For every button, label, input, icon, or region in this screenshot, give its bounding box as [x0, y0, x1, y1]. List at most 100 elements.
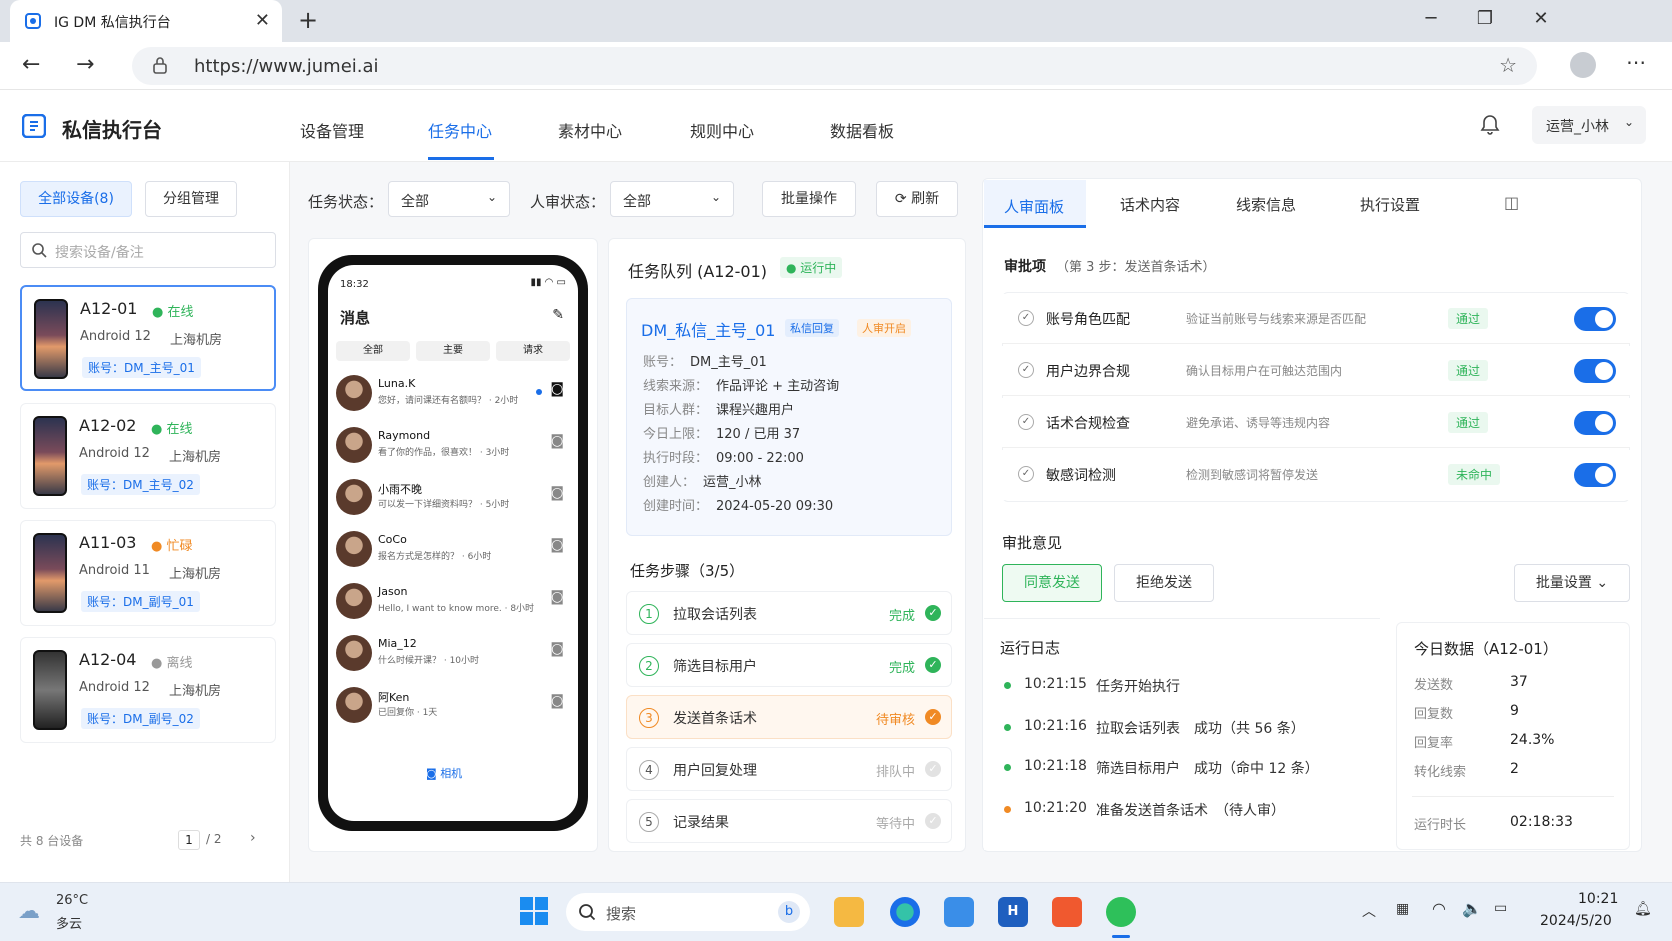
device-search-input[interactable]: 搜索设备/备注 [20, 232, 276, 268]
phone-tab-all[interactable]: 全部 [336, 341, 410, 361]
edge-browser-icon[interactable] [890, 897, 920, 927]
phone-camera-label: 相机 [440, 767, 463, 780]
bell-icon[interactable] [1480, 114, 1500, 136]
minimize-icon[interactable]: ─ [1416, 8, 1446, 29]
batch-operation-button[interactable]: 批量操作 [762, 181, 856, 217]
task-step[interactable]: 5 记录结果 等待中 ✓ [626, 799, 952, 843]
task-status-select[interactable]: 全部 ⌄ [388, 181, 510, 217]
device-card[interactable]: A12-04 ● 离线 Android 12 上海机房 账号：DM_副号_02 [20, 637, 276, 743]
file-explorer-icon[interactable] [834, 897, 864, 927]
approval-toggle[interactable] [1574, 359, 1616, 383]
device-card[interactable]: A12-02 ● 在线 Android 12 上海机房 账号：DM_主号_02 [20, 403, 276, 509]
tab-close-icon[interactable]: ✕ [255, 10, 270, 31]
task-step[interactable]: 1 拉取会话列表 完成 ✓ [626, 591, 952, 635]
bing-icon[interactable]: b [778, 901, 800, 923]
panel-layout-icon[interactable]: ◫ [1504, 193, 1519, 212]
camera-icon[interactable]: ◙ [550, 381, 564, 397]
approval-item-desc: 检测到敏感词将暂停发送 [1186, 468, 1319, 482]
camera-icon[interactable]: ◙ [550, 589, 564, 605]
browser-menu-icon[interactable]: ⋯ [1626, 50, 1646, 74]
maximize-icon[interactable]: ❐ [1470, 8, 1500, 29]
step-number: 5 [639, 812, 659, 832]
app-h-icon[interactable]: H [998, 897, 1028, 927]
camera-icon[interactable]: ◙ [550, 485, 564, 501]
phone-tab-requests[interactable]: 请求 [496, 341, 570, 361]
app-red-icon[interactable] [1052, 897, 1082, 927]
batch-settings-button[interactable]: 批量设置 ⌄ [1514, 564, 1630, 602]
tab-execution-settings[interactable]: 执行设置 [1360, 194, 1420, 215]
notification-icon[interactable]: 🔔︎ [1634, 901, 1652, 917]
tab-lead-info[interactable]: 线索信息 [1236, 194, 1296, 215]
forward-icon[interactable]: → [76, 52, 94, 77]
approval-toggle[interactable] [1574, 307, 1616, 331]
page-current[interactable]: 1 [178, 830, 200, 850]
chat-item[interactable]: Luna.K 您好，请问课还有名额吗？ · 2小时 ◙ [328, 369, 578, 421]
phone-tab-primary[interactable]: 主要 [416, 341, 490, 361]
stat-row: 运行时长 02:18:33 [1414, 814, 1573, 833]
nav-task-center[interactable]: 任务中心 [428, 118, 492, 142]
phone-camera-button[interactable]: ◙ 相机 [426, 765, 462, 781]
tab-all-devices[interactable]: 全部设备(8) [20, 181, 132, 217]
device-card[interactable]: A12-01 ● 在线 Android 12 上海机房 账号：DM_主号_01 [20, 285, 276, 391]
compose-icon[interactable]: ✎ [552, 307, 564, 323]
reject-send-button[interactable]: 拒绝发送 [1114, 564, 1214, 602]
user-menu-button[interactable]: 运营_小林 ⌄ [1532, 106, 1646, 144]
chat-name: Jason [378, 585, 408, 598]
browser-tab[interactable]: IG DM 私信执行台 ✕ [10, 0, 282, 42]
approve-send-button[interactable]: 同意发送 [1002, 564, 1102, 602]
taskbar-search[interactable]: 搜索 b [566, 893, 810, 931]
network-icon[interactable]: ▦ [1396, 901, 1409, 917]
camera-icon[interactable]: ◙ [550, 537, 564, 553]
new-tab-button[interactable]: + [294, 6, 322, 34]
back-icon[interactable]: ← [22, 52, 40, 77]
camera-icon[interactable]: ◙ [550, 641, 564, 657]
windows-start-icon[interactable] [520, 897, 548, 925]
battery-icon[interactable]: ▭ [1494, 900, 1507, 916]
device-location: 上海机房 [170, 333, 223, 348]
wechat-icon[interactable] [1106, 897, 1136, 927]
check-icon: ✓ [1018, 362, 1034, 378]
tab-review-panel[interactable]: 人审面板 [984, 180, 1086, 228]
app-title: 私信执行台 [62, 118, 162, 142]
chat-item[interactable]: Mia_12 什么时候开课？ · 10小时 ◙ [328, 629, 578, 681]
task-field: 今日上限： 120 / 已用 37 [643, 427, 801, 442]
nav-rule-center[interactable]: 规则中心 [690, 118, 754, 142]
wifi-icon[interactable]: ◠ [1432, 899, 1446, 918]
camera-icon[interactable]: ◙ [550, 693, 564, 709]
profile-avatar-icon[interactable] [1570, 52, 1596, 78]
chat-item[interactable]: 小雨不晚 可以发一下详细资料吗？ · 5小时 ◙ [328, 473, 578, 525]
task-tag-review: 人审开启 [857, 319, 911, 337]
nav-material-center[interactable]: 素材中心 [558, 118, 622, 142]
task-detail-card[interactable]: DM_私信_主号_01 私信回复 人审开启 账号： DM_主号_01 线索来源：作… [626, 298, 952, 536]
url-field[interactable]: https://www.jumei.ai ☆ [132, 47, 1537, 85]
refresh-label: 刷新 [911, 191, 940, 207]
task-step[interactable]: 4 用户回复处理 排队中 ✓ [626, 747, 952, 791]
pending-icon: ✓ [925, 709, 941, 725]
nav-data-board[interactable]: 数据看板 [830, 118, 894, 142]
tray-chevron-icon[interactable]: ︿ [1362, 901, 1376, 921]
device-card[interactable]: A11-03 ● 忙碌 Android 11 上海机房 账号：DM_副号_01 [20, 520, 276, 626]
chat-item[interactable]: 阿Ken 已回复你 · 1天 ◙ [328, 681, 578, 733]
next-page-icon[interactable]: › [250, 830, 256, 846]
mail-icon[interactable] [944, 897, 974, 927]
camera-icon[interactable]: ◙ [550, 433, 564, 449]
nav-device-management[interactable]: 设备管理 [300, 118, 364, 142]
log-dot [1004, 806, 1011, 813]
window-close-icon[interactable]: ✕ [1526, 8, 1556, 29]
tab-group-management[interactable]: 分组管理 [145, 181, 237, 217]
step-status: 完成 [888, 661, 915, 676]
chat-item[interactable]: CoCo 报名方式是怎样的？ · 6小时 ◙ [328, 525, 578, 577]
chat-item[interactable]: Jason Hello, I want to know more. · 8小时 ◙ [328, 577, 578, 629]
task-step[interactable]: 2 筛选目标用户 完成 ✓ [626, 643, 952, 687]
volume-icon[interactable]: 🔈 [1462, 899, 1482, 918]
search-icon [578, 903, 596, 921]
approval-toggle[interactable] [1574, 411, 1616, 435]
nav-active-indicator [428, 157, 494, 160]
refresh-button[interactable]: ⟳ 刷新 [876, 181, 958, 217]
chat-item[interactable]: Raymond 看了你的作品，很喜欢！ · 3小时 ◙ [328, 421, 578, 473]
review-status-select[interactable]: 全部 ⌄ [610, 181, 734, 217]
approval-toggle[interactable] [1574, 463, 1616, 487]
bookmark-star-icon[interactable]: ☆ [1499, 53, 1517, 77]
task-step[interactable]: 3 发送首条话术 待审核 ✓ [626, 695, 952, 739]
tab-script-content[interactable]: 话术内容 [1120, 194, 1180, 215]
